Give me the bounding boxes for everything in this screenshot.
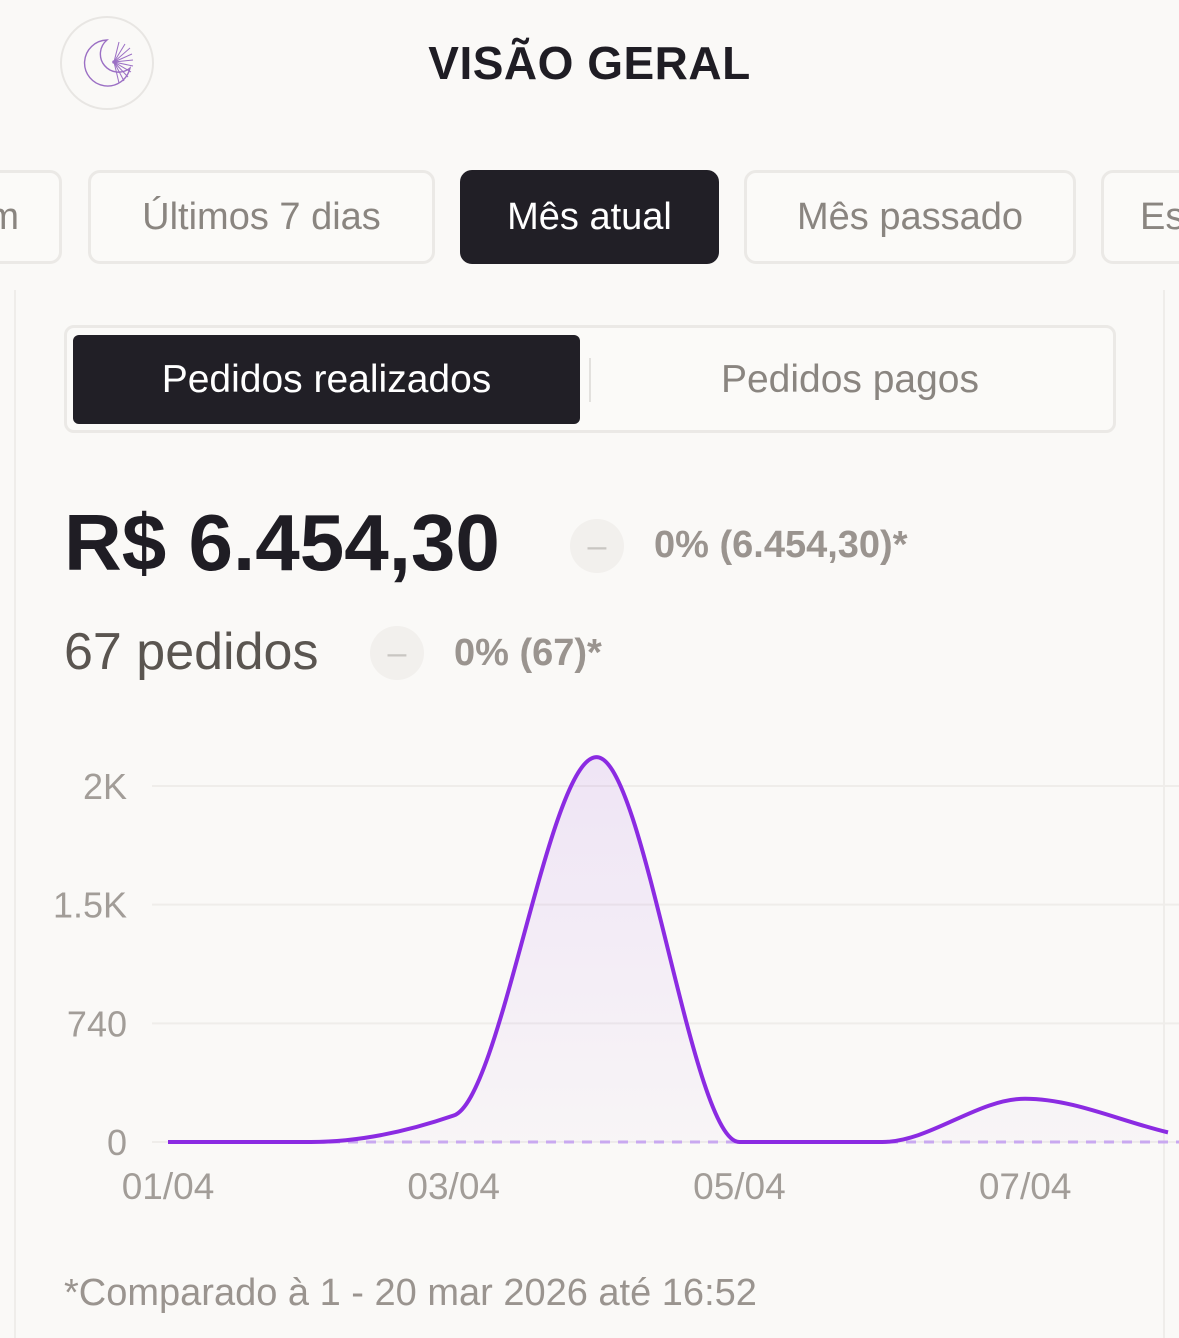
- y-tick-label: 2K: [83, 766, 127, 807]
- orders-comparison: 0% (67)*: [454, 632, 602, 674]
- app-header: VISÃO GERAL: [0, 0, 1179, 130]
- x-tick-label: 01/04: [122, 1166, 215, 1207]
- x-tick-label: 07/04: [979, 1166, 1072, 1207]
- period-chip-current-month[interactable]: Mês atual: [460, 170, 719, 264]
- period-filter-bar: m Últimos 7 dias Mês atual Mês passado E…: [0, 170, 1179, 266]
- y-tick-label: 0: [107, 1122, 127, 1163]
- amount-comparison: 0% (6.454,30)*: [654, 524, 908, 566]
- comparison-footnote: *Comparado à 1 - 20 mar 2026 até 16:52: [64, 1272, 757, 1314]
- period-chip-last-month[interactable]: Mês passado: [744, 170, 1076, 264]
- y-tick-label: 740: [67, 1003, 127, 1044]
- order-type-toggle: Pedidos realizados Pedidos pagos: [64, 325, 1116, 433]
- x-tick-label: 03/04: [407, 1166, 500, 1207]
- page-title: VISÃO GERAL: [428, 37, 751, 89]
- orders-trend-badge: –: [370, 626, 424, 680]
- x-tick-label: 05/04: [693, 1166, 786, 1207]
- period-chip-last-7-days[interactable]: Últimos 7 dias: [88, 170, 435, 264]
- period-chip-partial-left[interactable]: m: [0, 170, 62, 264]
- period-chip-partial-right[interactable]: Es: [1101, 170, 1179, 264]
- total-amount: R$ 6.454,30: [64, 498, 500, 587]
- sales-chart: 2K 1.5K 740 0 01/04 03/04 05/04 07/04: [53, 755, 1179, 1207]
- orders-count: 67 pedidos: [64, 623, 319, 681]
- toggle-orders-placed[interactable]: Pedidos realizados: [73, 335, 580, 424]
- amount-trend-badge: –: [570, 519, 624, 573]
- y-tick-label: 1.5K: [53, 885, 127, 926]
- toggle-orders-paid[interactable]: Pedidos pagos: [590, 335, 1110, 424]
